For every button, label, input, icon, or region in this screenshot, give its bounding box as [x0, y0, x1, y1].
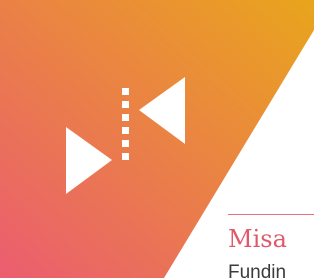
divider-dash-6: [122, 153, 129, 160]
divider-dash-2: [122, 101, 129, 108]
divider-dash-1: [122, 88, 129, 95]
card-subtitle: Fundin: [228, 262, 287, 278]
title-divider: [228, 214, 314, 215]
card-title[interactable]: Misa: [228, 225, 314, 253]
divider-dash-5: [122, 140, 129, 147]
media-card: Misa Fundin: [0, 0, 314, 278]
divider-dash-3: [122, 114, 129, 121]
divider-dash-4: [122, 127, 129, 134]
